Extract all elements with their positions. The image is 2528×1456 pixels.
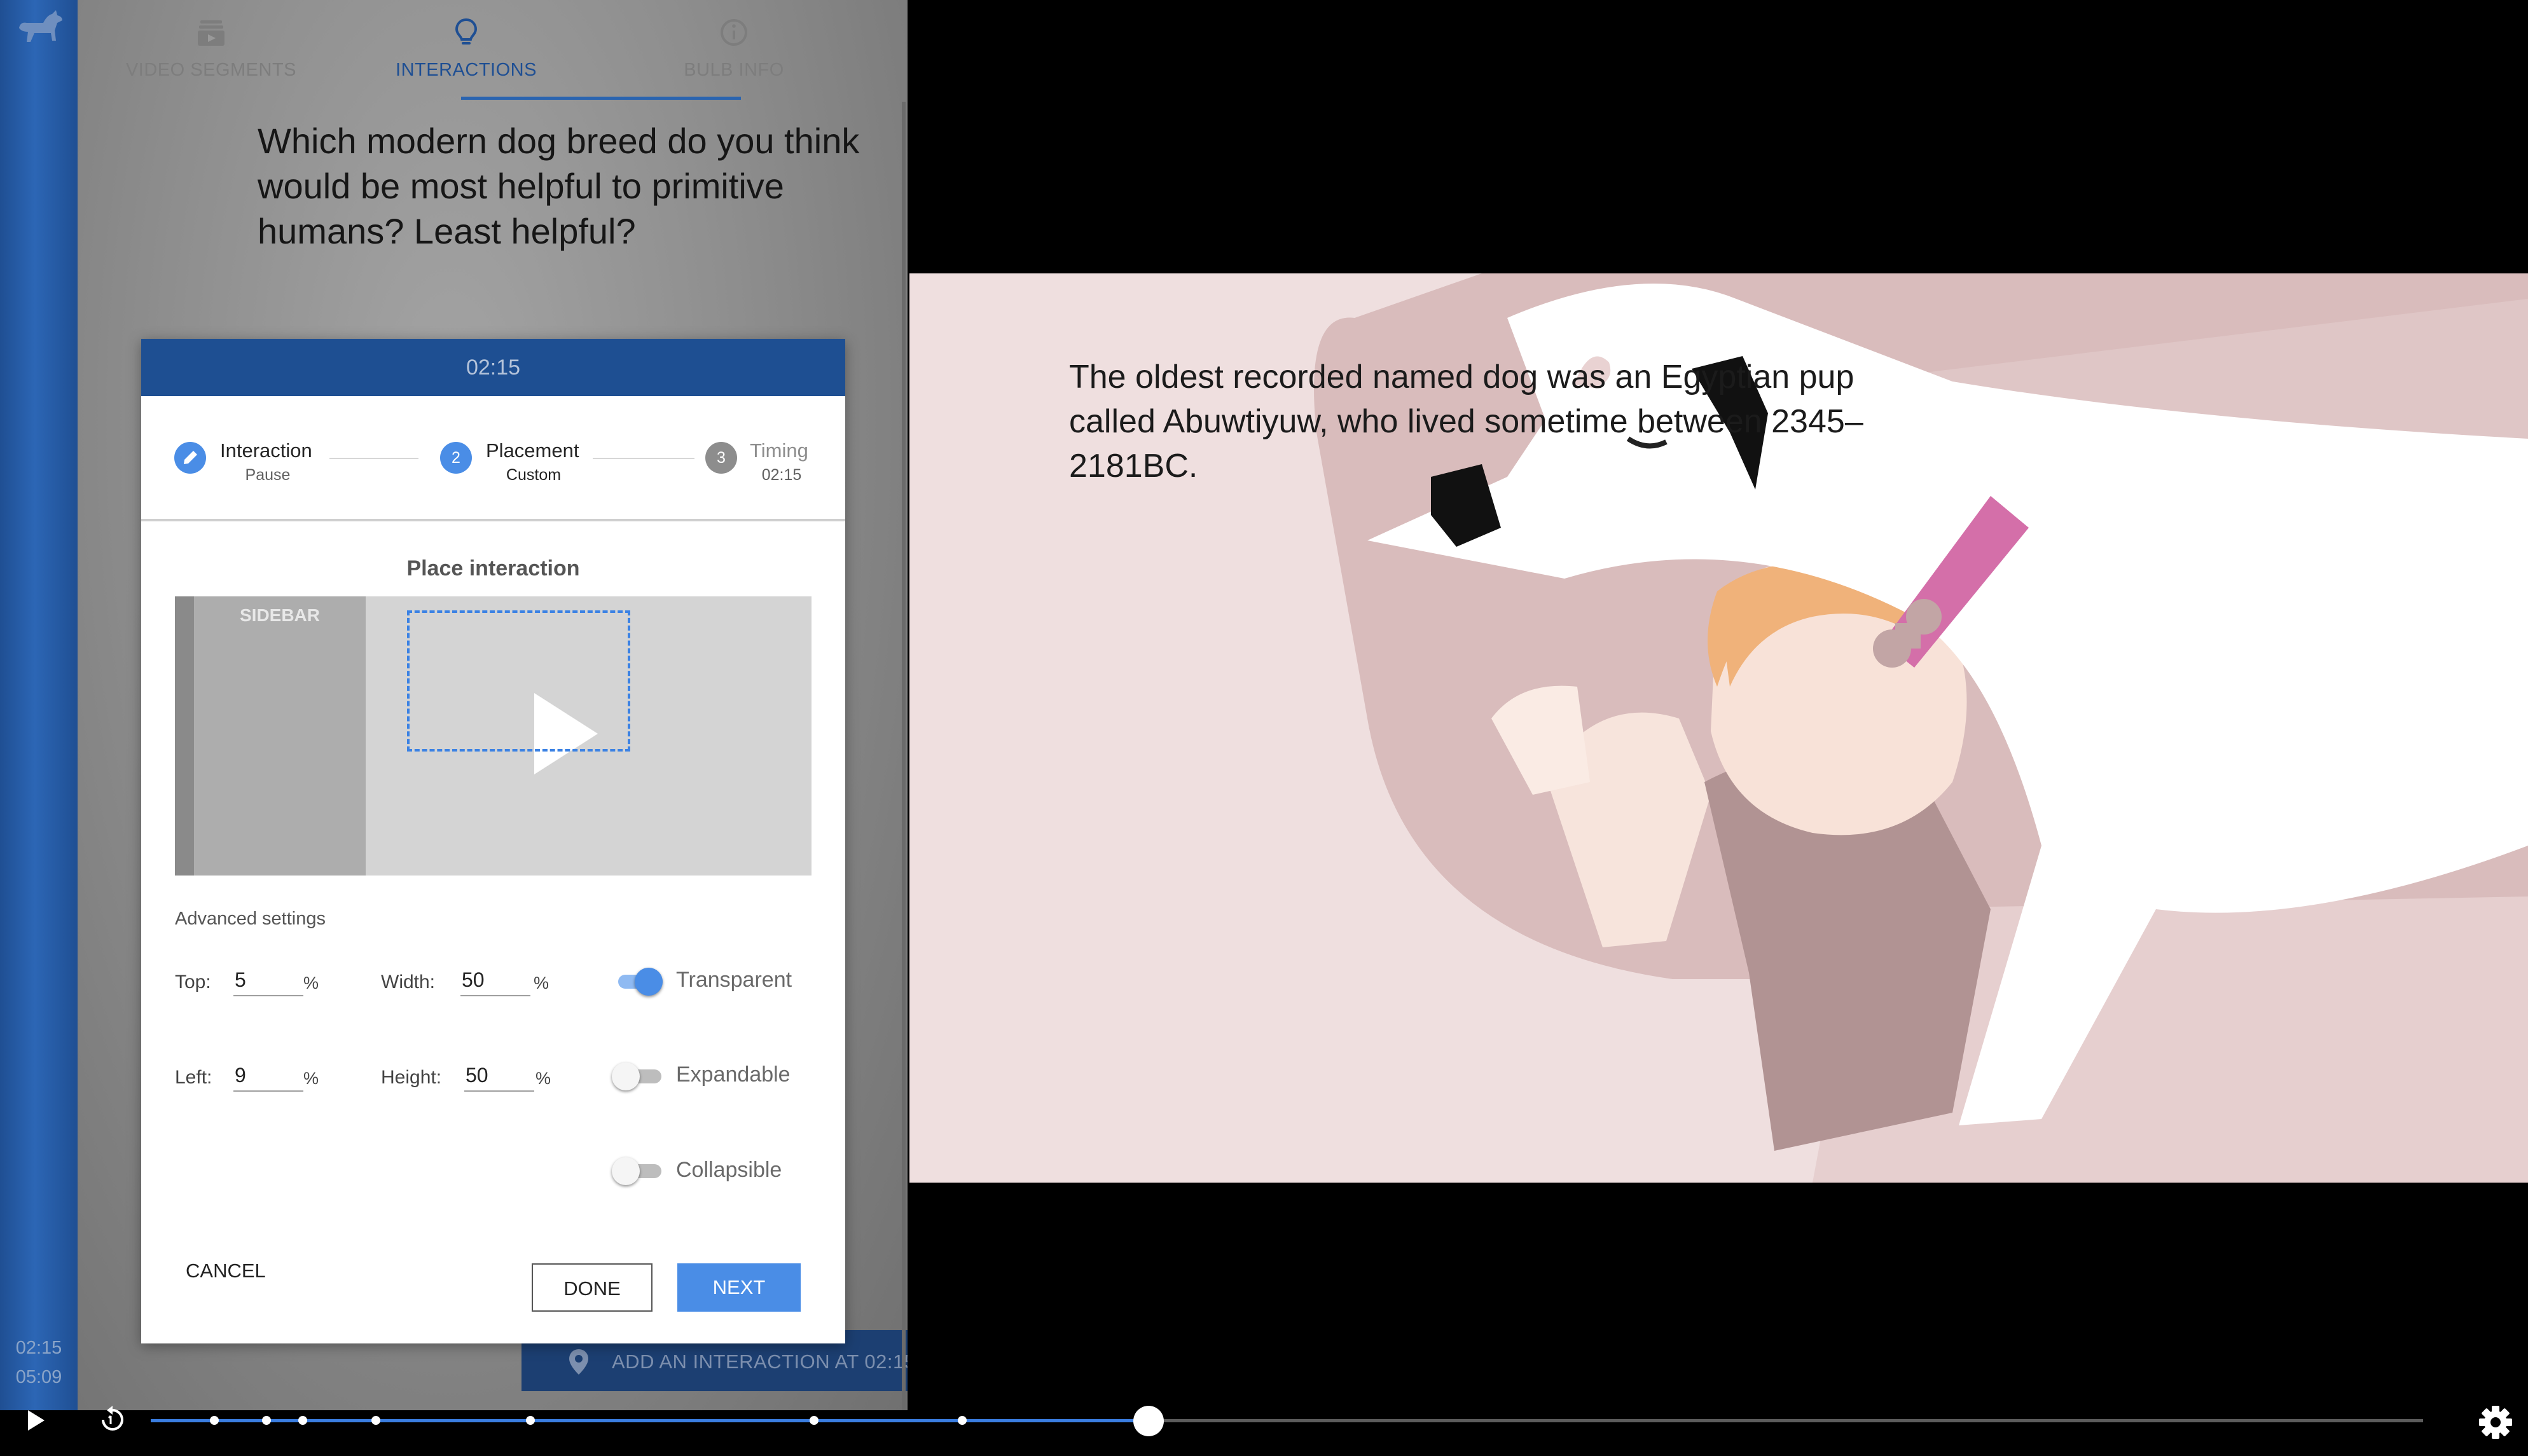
- left-unit: %: [303, 1069, 319, 1088]
- step-connector: [329, 458, 418, 459]
- tab-label: VIDEO SEGMENTS: [125, 60, 297, 80]
- expandable-toggle[interactable]: [612, 1060, 661, 1090]
- cancel-button[interactable]: CANCEL: [186, 1260, 266, 1282]
- progress-thumb[interactable]: [1133, 1406, 1164, 1436]
- gear-icon[interactable]: [2478, 1404, 2513, 1440]
- add-interaction-label: ADD AN INTERACTION AT 02:15: [612, 1350, 908, 1373]
- expandable-label: Expandable: [676, 1062, 791, 1087]
- tab-label: BULB INFO: [684, 60, 784, 80]
- step-title: Timing: [750, 439, 808, 462]
- video-frame[interactable]: The oldest recorded named dog was an Egy…: [909, 273, 2528, 1183]
- step-title: Interaction: [220, 439, 312, 462]
- interaction-marker[interactable]: [525, 1416, 535, 1425]
- step-subtitle: 02:15: [761, 466, 802, 484]
- dialog-header-time: 02:15: [141, 339, 845, 396]
- interaction-marker[interactable]: [957, 1416, 967, 1425]
- advanced-settings-label: Advanced settings: [175, 909, 326, 929]
- interaction-marker[interactable]: [371, 1416, 380, 1425]
- transparent-label: Transparent: [676, 968, 792, 992]
- replay-icon[interactable]: [98, 1405, 127, 1434]
- width-field[interactable]: 50: [460, 968, 530, 996]
- top-unit: %: [303, 973, 319, 992]
- video-stack-icon: [198, 20, 224, 46]
- height-field[interactable]: 50: [464, 1064, 534, 1092]
- info-icon: [721, 19, 747, 46]
- tab-interactions[interactable]: INTERACTIONS: [333, 0, 600, 99]
- tab-label: INTERACTIONS: [396, 60, 537, 80]
- place-interaction-title: Place interaction: [406, 556, 580, 580]
- interaction-question: Which modern dog breed do you think woul…: [258, 121, 860, 251]
- width-label: Width:: [381, 972, 436, 992]
- top-field[interactable]: 5: [233, 968, 303, 996]
- total-time: 05:09: [15, 1367, 62, 1387]
- tab-bulb-info[interactable]: BULB INFO: [600, 0, 867, 99]
- play-icon[interactable]: [27, 1409, 46, 1432]
- interaction-placement-box[interactable]: [407, 610, 630, 752]
- pencil-icon: [174, 442, 206, 474]
- dog-icon[interactable]: [15, 9, 65, 47]
- tab-video-segments[interactable]: VIDEO SEGMENTS: [78, 0, 345, 99]
- step-connector: [593, 458, 694, 459]
- height-unit: %: [535, 1069, 551, 1088]
- video-caption: The oldest recorded named dog was an Egy…: [1069, 359, 1863, 484]
- left-field[interactable]: 9: [233, 1064, 303, 1092]
- collapsible-label: Collapsible: [676, 1158, 782, 1182]
- left-label: Left:: [175, 1067, 212, 1088]
- panel-scrollbar[interactable]: [902, 102, 906, 1411]
- step-number: 2: [440, 442, 472, 474]
- interaction-dialog: 02:15 Interaction Pause 2 Placement Cust…: [141, 339, 845, 1343]
- done-button[interactable]: DONE: [532, 1263, 653, 1312]
- transparent-toggle[interactable]: [613, 965, 663, 996]
- top-label: Top:: [175, 972, 211, 992]
- preview-sidebar-label: SIDEBAR: [239, 605, 320, 625]
- step-subtitle: Custom: [506, 466, 562, 484]
- preview-sidebar: SIDEBAR: [194, 596, 366, 876]
- app-sidebar: 02:15 05:09: [0, 0, 78, 1456]
- width-unit: %: [534, 973, 549, 992]
- height-label: Height:: [381, 1067, 442, 1088]
- next-button[interactable]: NEXT: [677, 1263, 801, 1312]
- location-pin-icon: [569, 1349, 588, 1375]
- interaction-marker[interactable]: [210, 1416, 219, 1425]
- preview-left-edge: [175, 596, 194, 876]
- placement-preview[interactable]: SIDEBAR: [175, 596, 812, 876]
- current-time: 02:15: [15, 1338, 62, 1358]
- stepper-divider: [141, 519, 845, 521]
- collapsible-toggle[interactable]: [612, 1155, 661, 1185]
- step-subtitle: Pause: [245, 466, 291, 484]
- lightbulb-icon: [455, 18, 478, 45]
- step-number: 3: [705, 442, 737, 474]
